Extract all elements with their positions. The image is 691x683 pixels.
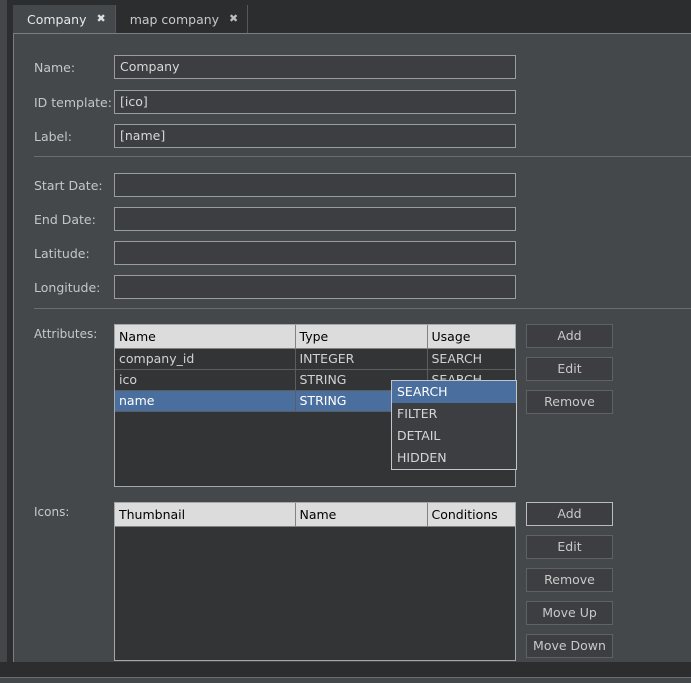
attributes-edit-button[interactable]: Edit	[526, 357, 613, 381]
left-dock-strip	[0, 0, 8, 671]
end-date-label: End Date:	[34, 212, 119, 227]
label-input[interactable]: [name]	[114, 124, 516, 148]
name-input[interactable]: Company	[114, 55, 516, 79]
cell-name: company_id	[115, 349, 295, 370]
usage-dropdown-popup[interactable]: SEARCH FILTER DETAIL HIDDEN	[391, 380, 517, 470]
status-bar-dark	[0, 662, 691, 677]
end-date-input[interactable]	[114, 207, 516, 231]
close-icon[interactable]: ✖	[96, 13, 105, 24]
tab-strip: Company ✖ map company ✖	[13, 5, 248, 33]
icons-move-up-button[interactable]: Move Up	[526, 601, 613, 625]
id-template-input[interactable]: [ico]	[114, 90, 516, 114]
label-label: Label:	[34, 129, 119, 144]
form-divider-1	[34, 156, 691, 157]
name-label: Name:	[34, 60, 119, 75]
longitude-input[interactable]	[114, 275, 516, 299]
table-row[interactable]: company_id INTEGER SEARCH	[115, 349, 515, 370]
start-date-label: Start Date:	[34, 178, 119, 193]
column-header-name[interactable]: Name	[115, 325, 295, 349]
editor-window: Company ✖ map company ✖ Name: Company ID…	[0, 0, 691, 683]
close-icon[interactable]: ✖	[229, 13, 238, 24]
column-header-type[interactable]: Type	[295, 325, 427, 349]
icons-move-down-button[interactable]: Move Down	[526, 634, 613, 658]
cell-type: INTEGER	[295, 349, 427, 370]
dropdown-option-search[interactable]: SEARCH	[392, 381, 516, 403]
tab-map-company-label: map company	[130, 12, 219, 27]
icons-add-button[interactable]: Add	[526, 502, 613, 526]
attributes-remove-button[interactable]: Remove	[526, 390, 613, 414]
cell-name: ico	[115, 370, 295, 391]
icons-remove-button[interactable]: Remove	[526, 568, 613, 592]
latitude-label: Latitude:	[34, 246, 119, 261]
cell-name: name	[115, 391, 295, 412]
icons-edit-button[interactable]: Edit	[526, 535, 613, 559]
column-header-conditions[interactable]: Conditions	[427, 503, 515, 527]
column-header-usage[interactable]: Usage	[427, 325, 515, 349]
tab-company-label: Company	[27, 12, 86, 27]
start-date-input[interactable]	[114, 173, 516, 197]
id-template-label: ID template:	[34, 95, 119, 110]
form-divider-2	[34, 308, 691, 309]
attributes-label: Attributes:	[34, 327, 124, 341]
attributes-header-row: Name Type Usage	[115, 325, 515, 349]
tab-bar: Company ✖ map company ✖	[13, 0, 691, 33]
longitude-label: Longitude:	[34, 280, 119, 295]
attributes-table[interactable]: Name Type Usage company_id INTEGER SEARC…	[114, 324, 516, 487]
icons-header-row: Thumbnail Name Conditions	[115, 503, 515, 527]
column-header-name[interactable]: Name	[295, 503, 427, 527]
icons-grid: Thumbnail Name Conditions	[115, 503, 515, 527]
tab-company[interactable]: Company ✖	[13, 5, 116, 33]
tab-map-company[interactable]: map company ✖	[116, 5, 249, 33]
latitude-input[interactable]	[114, 241, 516, 265]
dropdown-option-filter[interactable]: FILTER	[392, 403, 516, 425]
company-editor-panel: Name: Company ID template: [ico] Label: …	[13, 33, 691, 662]
attributes-add-button[interactable]: Add	[526, 324, 613, 348]
dropdown-option-detail[interactable]: DETAIL	[392, 425, 516, 447]
dropdown-option-hidden[interactable]: HIDDEN	[392, 447, 516, 469]
cell-usage: SEARCH	[427, 349, 515, 370]
icons-label: Icons:	[34, 505, 124, 519]
icons-table[interactable]: Thumbnail Name Conditions	[114, 502, 516, 661]
column-header-thumbnail[interactable]: Thumbnail	[115, 503, 295, 527]
status-bar-light	[0, 677, 691, 683]
